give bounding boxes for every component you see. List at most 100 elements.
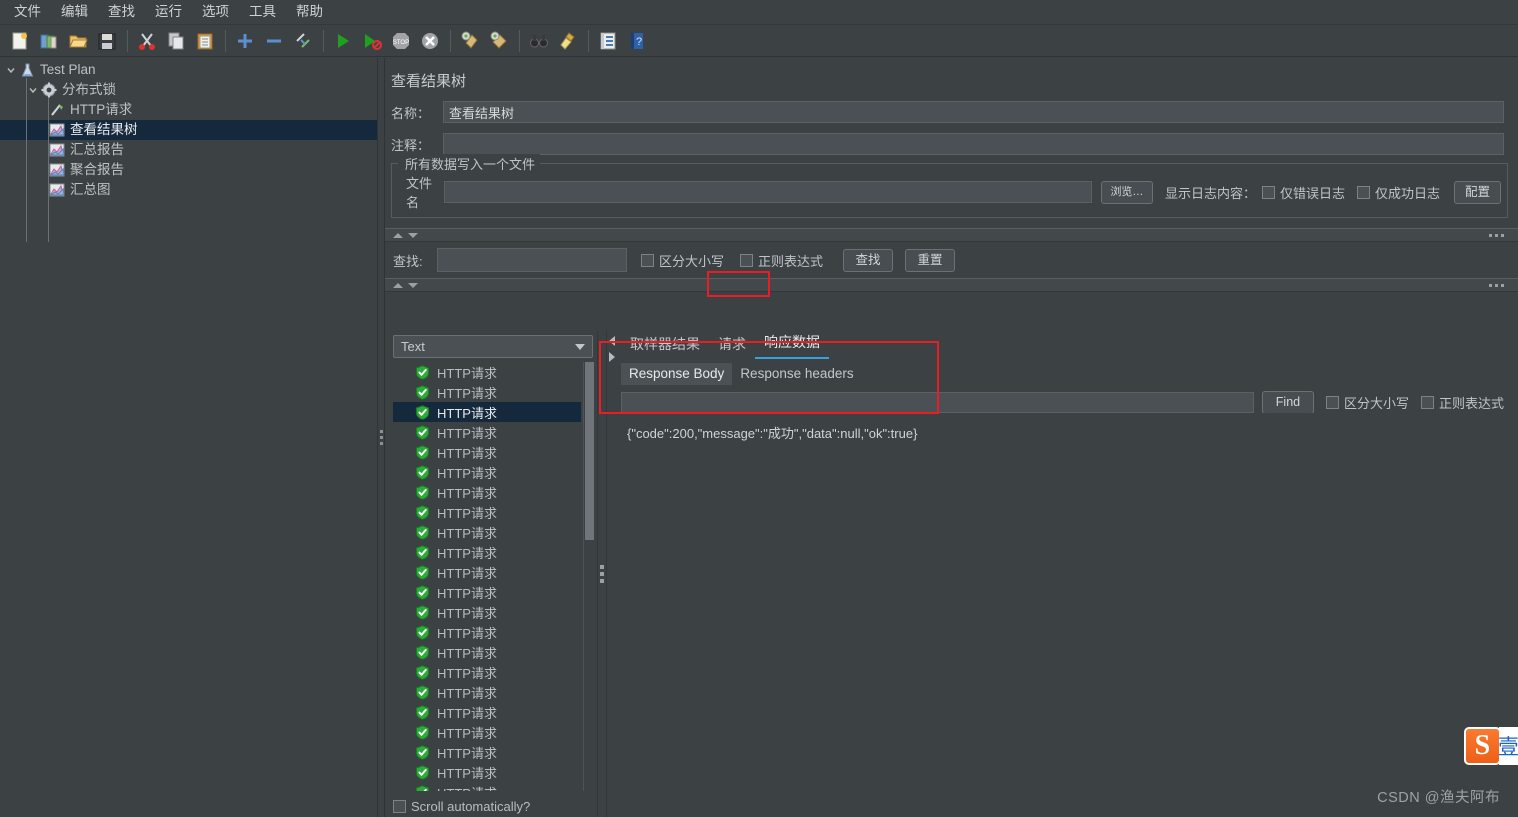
chevron-down-icon[interactable] xyxy=(408,282,418,288)
chevron-down-icon[interactable] xyxy=(4,63,18,77)
new-document-icon[interactable] xyxy=(6,28,33,54)
chevron-left-icon[interactable] xyxy=(609,336,615,346)
test-plan-tree[interactable]: Test Plan 分布式锁 HTTP请求 查看结果树 汇总报告 聚合报告 汇总… xyxy=(0,58,377,200)
filename-input[interactable] xyxy=(444,181,1092,203)
tree-item-http-request[interactable]: HTTP请求 xyxy=(0,100,377,120)
tree-item-aggregate-report[interactable]: 聚合报告 xyxy=(0,160,377,180)
reset-search-icon[interactable] xyxy=(554,28,581,54)
errors-only-checkbox[interactable]: 仅错误日志 xyxy=(1261,183,1345,202)
stop-icon[interactable]: STOP xyxy=(387,28,414,54)
result-list-item[interactable]: HTTP请求 xyxy=(393,662,581,682)
help-icon[interactable]: ? xyxy=(623,28,650,54)
result-list-item[interactable]: HTTP请求 xyxy=(393,622,581,642)
menu-edit[interactable]: 编辑 xyxy=(51,1,98,23)
menu-tools[interactable]: 工具 xyxy=(239,1,286,23)
chevron-right-icon[interactable] xyxy=(609,352,615,362)
find-button[interactable]: 查找 xyxy=(843,248,894,272)
paste-icon[interactable] xyxy=(191,28,218,54)
expand-all-icon[interactable] xyxy=(231,28,258,54)
configure-button[interactable]: 配置 xyxy=(1453,180,1501,204)
shutdown-icon[interactable] xyxy=(416,28,443,54)
results-split-handle[interactable] xyxy=(597,331,607,817)
tab-response-data[interactable]: 响应数据 xyxy=(755,329,829,359)
detail-find-input[interactable] xyxy=(621,392,1254,413)
success-only-checkbox[interactable]: 仅成功日志 xyxy=(1356,183,1440,202)
detail-find-button[interactable]: Find xyxy=(1261,391,1314,414)
collapse-arrows[interactable] xyxy=(385,282,418,288)
result-list-item[interactable]: HTTP请求 xyxy=(393,762,581,782)
search-collapse-bar[interactable] xyxy=(385,228,1518,242)
search-binoculars-icon[interactable] xyxy=(525,28,552,54)
collapse-all-icon[interactable] xyxy=(260,28,287,54)
result-list-item[interactable]: HTTP请求 xyxy=(393,582,581,602)
result-list-item[interactable]: HTTP请求 xyxy=(393,362,581,382)
comment-input[interactable] xyxy=(443,133,1504,155)
scroll-automatically-checkbox[interactable]: Scroll automatically? xyxy=(393,799,530,814)
result-list-item[interactable]: HTTP请求 xyxy=(393,782,581,791)
result-list-item[interactable]: HTTP请求 xyxy=(393,402,581,422)
result-list-item[interactable]: HTTP请求 xyxy=(393,642,581,662)
chevron-up-icon[interactable] xyxy=(393,282,403,288)
tab-scroll-arrows[interactable] xyxy=(607,333,617,362)
detail-regex-checkbox[interactable]: 正则表达式 xyxy=(1420,393,1504,412)
tab-request[interactable]: 请求 xyxy=(709,331,755,359)
results-scrollbar[interactable] xyxy=(583,362,594,791)
result-list-item[interactable]: HTTP请求 xyxy=(393,542,581,562)
result-list-item[interactable]: HTTP请求 xyxy=(393,742,581,762)
open-folder-icon[interactable] xyxy=(64,28,91,54)
toggle-icon[interactable] xyxy=(289,28,316,54)
main-split-handle[interactable] xyxy=(377,58,385,817)
result-list-item[interactable]: HTTP请求 xyxy=(393,442,581,462)
tree-item-summary-report[interactable]: 汇总报告 xyxy=(0,140,377,160)
cut-icon[interactable] xyxy=(133,28,160,54)
tree-item-view-results-tree[interactable]: 查看结果树 xyxy=(0,120,377,140)
result-list-item[interactable]: HTTP请求 xyxy=(393,602,581,622)
menu-help[interactable]: 帮助 xyxy=(286,1,333,23)
results-scrollbar-thumb[interactable] xyxy=(585,362,594,540)
checkbox-box[interactable] xyxy=(740,253,754,267)
search-regex-checkbox[interactable]: 正则表达式 xyxy=(740,251,823,270)
name-input[interactable] xyxy=(443,101,1504,123)
menu-options[interactable]: 选项 xyxy=(192,1,239,23)
tab-response-headers[interactable]: Response headers xyxy=(732,363,861,385)
result-list-item[interactable]: HTTP请求 xyxy=(393,682,581,702)
search-input[interactable] xyxy=(437,248,627,272)
save-icon[interactable] xyxy=(93,28,120,54)
reset-button[interactable]: 重置 xyxy=(905,248,956,272)
clear-icon[interactable] xyxy=(456,28,483,54)
result-list-item[interactable]: HTTP请求 xyxy=(393,562,581,582)
tab-response-body[interactable]: Response Body xyxy=(621,363,733,385)
result-list-item[interactable]: HTTP请求 xyxy=(393,522,581,542)
checkbox-box[interactable] xyxy=(1325,396,1339,409)
open-templates-icon[interactable] xyxy=(35,28,62,54)
result-list-item[interactable]: HTTP请求 xyxy=(393,502,581,522)
result-list-item[interactable]: HTTP请求 xyxy=(393,482,581,502)
result-list-item[interactable]: HTTP请求 xyxy=(393,722,581,742)
detail-case-sensitive-checkbox[interactable]: 区分大小写 xyxy=(1325,393,1409,412)
browse-button[interactable]: 浏览… xyxy=(1100,180,1153,204)
start-icon[interactable] xyxy=(329,28,356,54)
tab-sampler-result[interactable]: 取样器结果 xyxy=(621,331,709,359)
tree-item-summary-graph[interactable]: 汇总图 xyxy=(0,180,377,200)
search-case-sensitive-checkbox[interactable]: 区分大小写 xyxy=(641,251,724,270)
function-helper-icon[interactable] xyxy=(594,28,621,54)
menu-search[interactable]: 查找 xyxy=(98,1,145,23)
start-no-pauses-icon[interactable] xyxy=(358,28,385,54)
checkbox-box[interactable] xyxy=(393,800,406,813)
tree-item-thread-group[interactable]: 分布式锁 xyxy=(0,80,377,100)
tree-item-test-plan[interactable]: Test Plan xyxy=(0,60,377,80)
menu-file[interactable]: 文件 xyxy=(4,1,51,23)
chevron-down-icon[interactable] xyxy=(575,343,585,350)
chevron-up-icon[interactable] xyxy=(393,232,403,238)
chevron-down-icon[interactable] xyxy=(408,232,418,238)
chevron-down-icon[interactable] xyxy=(26,83,40,97)
checkbox-box[interactable] xyxy=(641,253,654,267)
result-list-item[interactable]: HTTP请求 xyxy=(393,382,581,402)
checkbox-box[interactable] xyxy=(1420,396,1434,409)
clear-all-icon[interactable] xyxy=(485,28,512,54)
grab-dots[interactable] xyxy=(1489,283,1504,287)
sampler-results-list[interactable]: HTTP请求 HTTP请求 HTTP请求 HTTP请求 HTTP请求 HTTP请求 HTTP… xyxy=(393,362,581,791)
render-selector-dropdown[interactable]: Text xyxy=(393,335,593,358)
checkbox-box[interactable] xyxy=(1261,185,1275,199)
result-list-item[interactable]: HTTP请求 xyxy=(393,422,581,442)
